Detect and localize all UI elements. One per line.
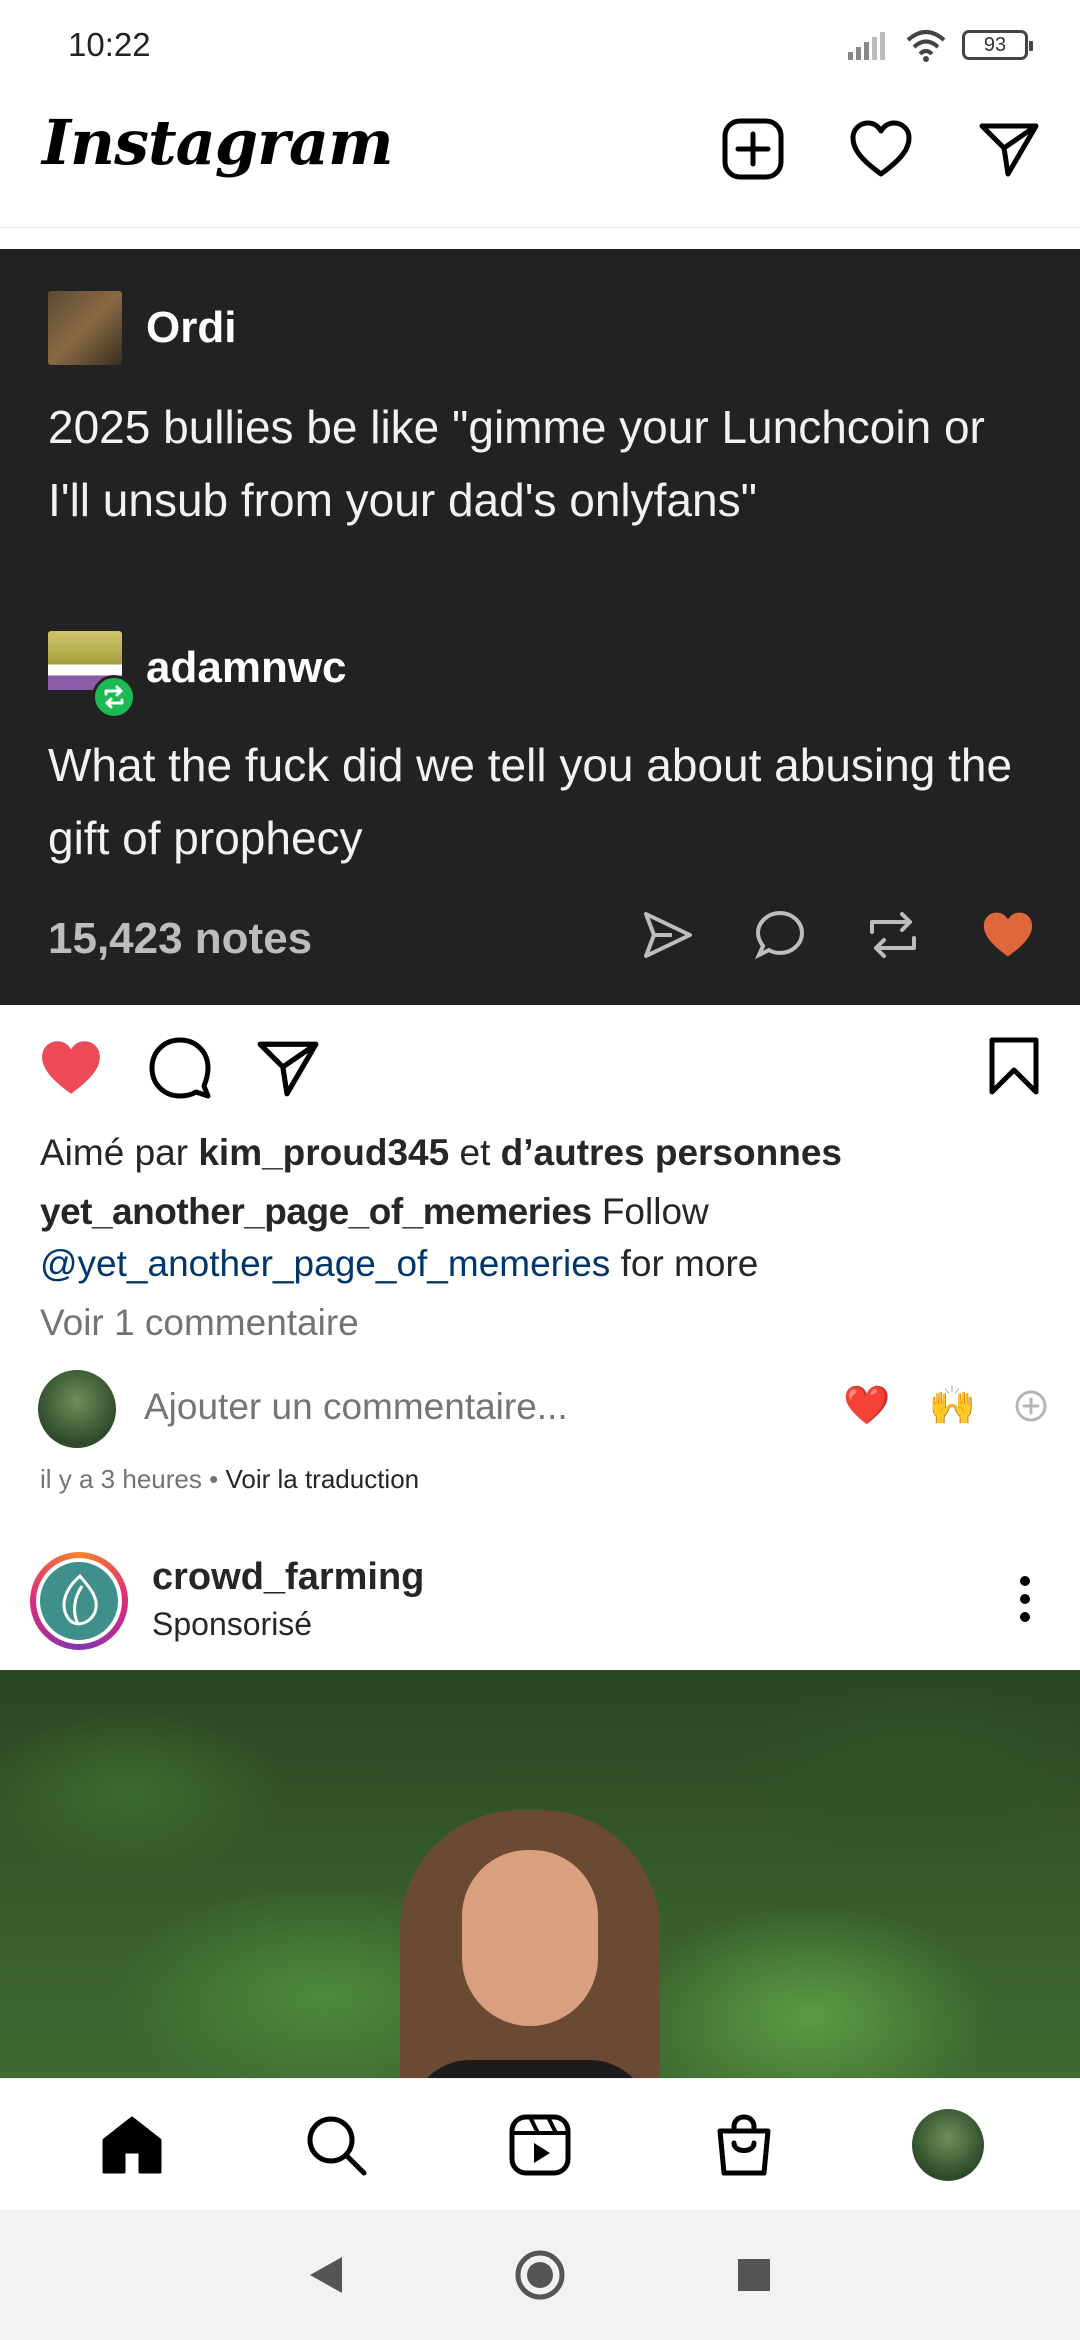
home-filled-icon [102,2116,162,2173]
recents-square-icon[interactable] [736,2257,772,2293]
home-circle-icon[interactable] [514,2249,566,2301]
status-bar: 10:22 93 [0,0,1080,92]
tumblr-reply-text: What the fuck did we tell you about abus… [48,739,1013,864]
battery-indicator: 93 [962,30,1033,60]
likes-user-link[interactable]: kim_proud345 [198,1132,449,1173]
reblog-icon [104,685,124,709]
back-triangle-icon[interactable] [308,2255,344,2295]
nav-profile[interactable] [908,2105,988,2185]
more-vertical-icon [1020,1576,1030,1622]
likes-middle: et [459,1132,491,1173]
bookmark-icon [989,1037,1039,1095]
quick-react-raised-hands[interactable]: 🙌 [929,1384,976,1428]
sponsored-label: Sponsorisé [152,1606,313,1642]
leaf-logo-icon [62,1573,98,1626]
search-icon [307,2116,367,2175]
instagram-logo: Instagram [42,106,394,179]
share-button-paper-plane-icon[interactable] [256,1038,320,1098]
more-options-button[interactable] [1018,1574,1032,1629]
header-actions [720,116,1042,182]
tumblr-reply-name: adamnwc [146,643,347,692]
post-action-left [38,1036,320,1100]
wifi-icon [906,30,946,62]
comment-input[interactable] [144,1386,704,1428]
photo-person [400,1810,660,2078]
current-user-avatar [38,1370,116,1448]
profile-avatar [912,2108,984,2181]
tumblr-op-avatar [48,291,122,365]
tumblr-reblog-icon [870,912,916,958]
post-meta: il y a 3 heures • Voir la traduction [40,1464,419,1495]
shopping-bag-icon [717,2113,771,2175]
paper-plane-icon [979,123,1039,177]
nav-shop[interactable] [704,2105,784,2185]
likes-summary[interactable]: Aimé par kim_proud345 et d’autres person… [40,1132,842,1174]
reblog-badge [92,675,136,719]
status-icons: 93 [846,28,1033,62]
likes-others-link[interactable]: d’autres personnes [501,1132,842,1173]
likes-prefix: Aimé par [40,1132,189,1173]
tumblr-share-icon [644,912,692,958]
comment-button-icon[interactable] [148,1036,212,1100]
sponsored-post-header: crowd_farming Sponsorisé [0,1546,1080,1664]
tumblr-actions [642,909,1036,961]
quick-reactions: ❤️ 🙌 [843,1384,1048,1428]
heart-outline-icon [850,120,912,177]
app-header: Instagram [0,92,1080,228]
like-button-heart-filled-icon[interactable] [38,1038,104,1098]
tumblr-reply-avatar [48,631,136,719]
quick-react-heart[interactable]: ❤️ [843,1384,890,1428]
direct-messages-button[interactable] [976,116,1042,182]
caption-text: Follow [601,1191,709,1232]
caption-suffix: for more [620,1243,759,1284]
story-ring[interactable] [30,1552,128,1650]
status-time: 10:22 [68,26,151,63]
tumblr-reply-user: adamnwc [48,631,347,719]
meta-separator: • [209,1464,219,1494]
tumblr-op-text: 2025 bullies be like "gimme your Lunchco… [48,401,985,526]
nav-home[interactable] [92,2105,172,2185]
post-image-tumblr[interactable]: Ordi 2025 bullies be like "gimme your Lu… [0,249,1080,1005]
nav-search[interactable] [296,2105,376,2185]
tumblr-op-user: Ordi [48,291,236,365]
add-reaction-plus-icon[interactable] [1014,1389,1048,1423]
sponsor-username[interactable]: crowd_farming [152,1556,424,1599]
tumblr-heart-icon [983,912,1033,957]
system-navigation-bar [0,2210,1080,2340]
nav-reels[interactable] [500,2105,580,2185]
save-button[interactable] [988,1036,1040,1101]
caption-author-link[interactable]: yet_another_page_of_memeries [40,1191,592,1232]
see-translation-link[interactable]: Voir la traduction [225,1464,419,1494]
sponsor-avatar [36,1558,122,1644]
plus-square-icon [722,118,784,180]
post-action-row [0,1030,1080,1110]
post-caption: yet_another_page_of_memeries Follow @yet… [40,1186,1040,1290]
bottom-navigation [0,2078,1080,2210]
caption-mention-link[interactable]: @yet_another_page_of_memeries [40,1243,610,1284]
add-comment-row: ❤️ 🙌 [38,1368,1048,1448]
signal-icon [848,32,885,60]
view-comments-link[interactable]: Voir 1 commentaire [40,1302,359,1344]
tumblr-reply-icon [754,910,805,960]
sponsored-post-photo[interactable] [0,1670,1080,2078]
reels-icon [509,2114,571,2175]
notifications-button[interactable] [848,116,914,182]
create-post-button[interactable] [720,116,786,182]
tumblr-op-name: Ordi [146,303,237,352]
post-time: il y a 3 heures [40,1464,202,1494]
tumblr-notes-count: 15,423 notes [48,914,313,963]
photo-face [462,1850,598,2026]
